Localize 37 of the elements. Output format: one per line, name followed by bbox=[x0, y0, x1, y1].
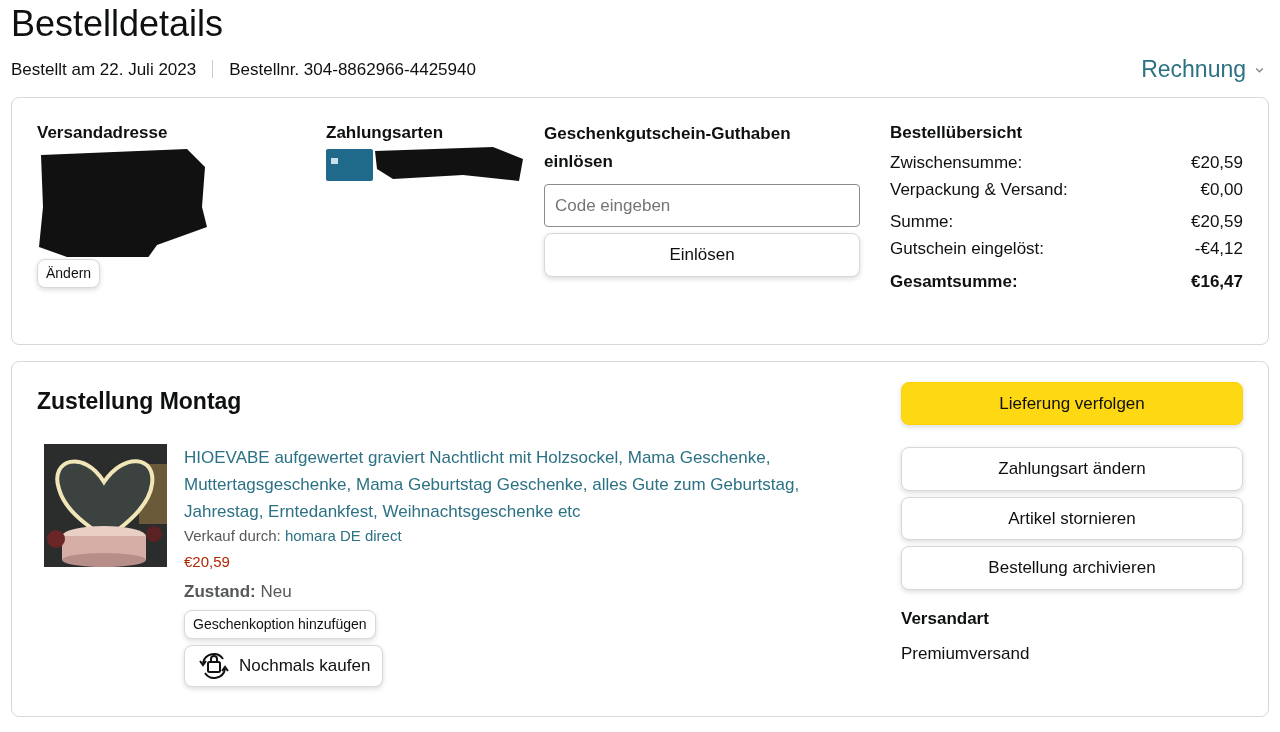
payment-heading: Zahlungsarten bbox=[326, 121, 445, 144]
credit-card-icon bbox=[326, 149, 373, 181]
shipping-method-value: Premiumversand bbox=[901, 643, 1031, 665]
action-button[interactable]: Bestellung archivieren bbox=[901, 546, 1243, 590]
summary-value: €0,00 bbox=[1200, 179, 1243, 201]
action-button[interactable]: Lieferung verfolgen bbox=[901, 381, 1243, 425]
summary-value: -€4,12 bbox=[1194, 238, 1243, 260]
action-button[interactable]: Zahlungsart ändern bbox=[901, 447, 1243, 491]
change-address-button[interactable]: Ändern bbox=[37, 259, 101, 288]
buy-again-button[interactable]: Nochmals kaufen bbox=[184, 645, 384, 687]
summary-label: Gutschein eingelöst: bbox=[890, 238, 1045, 260]
summary-value: €20,59 bbox=[1191, 152, 1243, 174]
order-date: Bestellt am 22. Juli 2023 bbox=[11, 58, 197, 81]
bag-refresh-icon bbox=[197, 651, 231, 681]
order-number: Bestellnr. 304-8862966-4425940 bbox=[229, 58, 476, 81]
seller-label: Verkauf durch: bbox=[184, 527, 282, 544]
seller-link[interactable]: homara DE direct bbox=[284, 527, 402, 544]
code-input-field[interactable]: Code eingeben bbox=[544, 183, 860, 227]
summary-heading: Bestellübersicht bbox=[890, 121, 1024, 144]
summary-label: Gesamtsumme: bbox=[890, 271, 1018, 293]
item-price: €20,59 bbox=[184, 552, 231, 572]
summary-value: €16,47 bbox=[1191, 271, 1243, 293]
condition-text: Zustand: Neu bbox=[184, 580, 293, 603]
redeem-button[interactable]: Einlösen bbox=[544, 233, 860, 277]
action-button[interactable]: Artikel stornieren bbox=[901, 496, 1243, 540]
page-title: Bestelldetails bbox=[11, 2, 225, 46]
delivery-heading: Zustellung Montag bbox=[37, 386, 243, 416]
summary-label: Verpackung & Versand: bbox=[890, 179, 1068, 201]
summary-label: Zwischensumme: bbox=[890, 152, 1023, 174]
product-title-link[interactable]: HIOEVABE aufgewertet graviert Nachtlicht mit Holzsockel, Mama Geschenke, Muttertagsgeschenke, Mama Geburtstag Geschenke, alles Gute zum Geburtstag, Jahrestag, Erntedankfest, Weihnachtsgeschenke etc bbox=[184, 444, 834, 525]
gift-option-button[interactable]: Geschenkoption hinzufügen bbox=[184, 610, 376, 639]
summary-value: €20,59 bbox=[1191, 211, 1243, 233]
shipping-method-heading: Versandart bbox=[901, 607, 990, 630]
gift-card-heading: Geschenkgutschein-Guthaben einlösen bbox=[544, 122, 792, 173]
summary-label: Summe: bbox=[890, 211, 954, 233]
address-heading: Versandadresse bbox=[37, 121, 169, 144]
invoice-link[interactable]: Rechnung bbox=[1141, 52, 1265, 87]
